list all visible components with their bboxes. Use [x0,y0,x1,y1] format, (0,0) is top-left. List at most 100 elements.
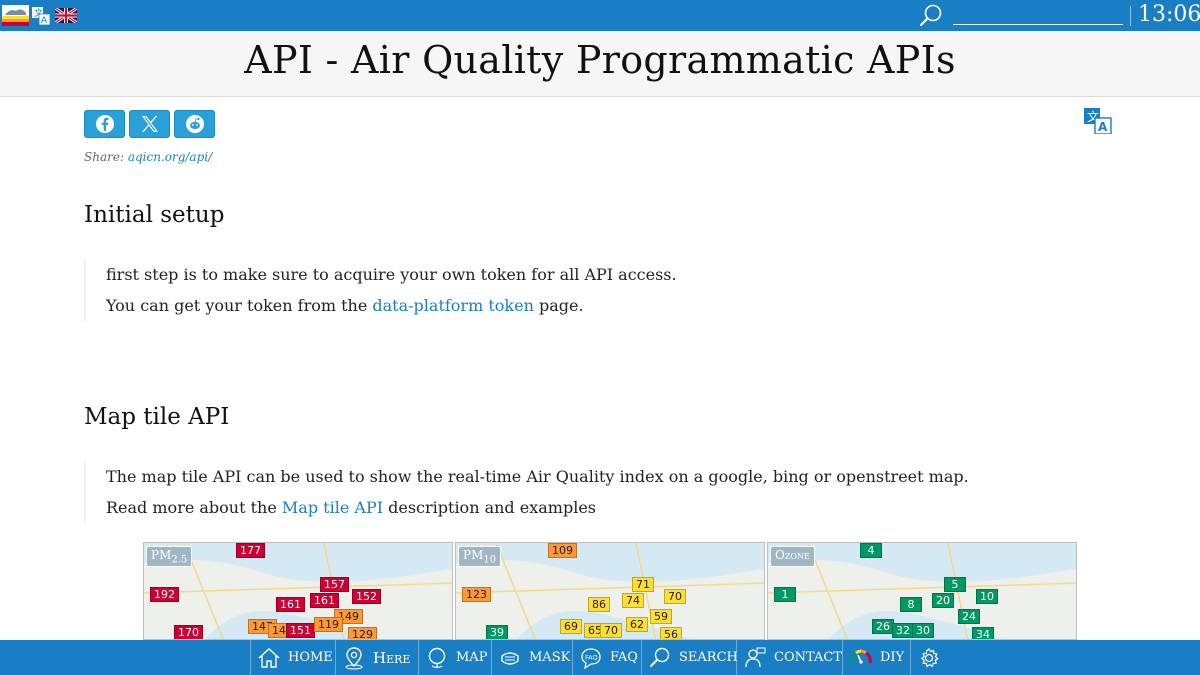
nav-map[interactable]: MAP [418,640,491,675]
uk-flag-icon[interactable] [55,8,77,23]
map-pollutant-tag: PM2.5 [146,546,193,568]
map-examples: PM2.5 177 192 157 161 161 152 149 147 14… [143,542,1079,640]
bottom-nav: HOME Here MAP MASK FAQ FAQ SEARCH CONTAC… [0,640,1200,675]
pollutant-name: PM [151,548,172,562]
aqi-marker[interactable]: 151 [286,623,315,638]
aqi-marker[interactable]: 24 [958,609,980,624]
aqi-marker[interactable]: 109 [548,543,577,558]
aqi-marker[interactable]: 20 [932,593,954,608]
map-pollutant-tag: PM10 [458,546,502,568]
top-bar: 文 A 13:06 [0,0,1200,31]
faq-bubble-icon: FAQ [581,647,601,669]
aqi-marker[interactable]: 192 [150,587,179,602]
nav-mask[interactable]: MASK [491,640,574,675]
map-pollutant-tag: Ozone [770,546,815,568]
map-thumbnail-pm10[interactable]: PM10 109 123 71 86 74 70 69 65 70 62 59 … [455,542,765,640]
aqi-marker[interactable]: 86 [588,597,610,612]
aqi-marker[interactable]: 34 [972,627,994,639]
aqi-marker[interactable]: 59 [650,609,672,624]
nav-diy[interactable]: DIY [842,640,908,675]
aqi-marker[interactable]: 71 [632,577,654,592]
aqi-marker[interactable]: 69 [560,619,582,634]
nav-label: FAQ [610,650,638,665]
nav-label: Here [373,648,411,667]
share-url: Share: aqicn.org/api/ [84,150,212,164]
aqi-marker[interactable]: 70 [664,589,686,604]
initial-setup-block: first step is to make sure to acquire yo… [84,259,1084,321]
nav-faq[interactable]: FAQ FAQ [572,640,642,675]
data-platform-token-link[interactable]: data-platform token [372,296,533,315]
aqi-marker[interactable]: 157 [320,577,349,592]
aqicn-logo-icon[interactable] [2,5,29,26]
pollutant-subscript: 2.5 [171,554,188,566]
nav-label: MASK [529,650,571,665]
map-tile-block: The map tile API can be used to show the… [84,461,1084,523]
map-thumbnail-pm25[interactable]: PM2.5 177 192 157 161 161 152 149 147 14… [143,542,453,640]
map-tile-more-text: Read more about the Map tile API descrip… [106,492,1084,523]
nav-label: MAP [456,650,488,665]
map-tile-api-link[interactable]: Map tile API [282,498,383,517]
nav-settings[interactable] [910,640,952,675]
map-tile-text: The map tile API can be used to show the… [106,467,969,486]
aqi-marker[interactable]: 161 [276,597,305,612]
contact-person-icon [745,647,766,667]
nav-label: SEARCH [679,650,738,665]
home-icon [258,647,280,668]
globe-icon [428,647,446,668]
aqi-marker[interactable]: 119 [314,617,343,632]
location-pin-icon [345,646,363,669]
svg-text:A: A [1098,120,1108,134]
translate-page-icon[interactable]: 文 A [1084,108,1112,134]
share-url-link[interactable]: aqicn.org/api/ [128,150,212,164]
map-thumbnail-ozone[interactable]: Ozone 4 1 5 8 20 10 24 26 32 30 34 [767,542,1077,640]
aqi-marker[interactable]: 152 [352,589,381,604]
aqi-marker[interactable]: 39 [486,625,508,639]
aqi-marker[interactable]: 1 [774,587,796,602]
aqi-marker[interactable]: 70 [600,623,622,638]
gauge-icon [850,649,872,664]
aqi-marker[interactable]: 62 [626,617,648,632]
token-text-after: page. [533,296,584,315]
aqi-marker[interactable]: 123 [462,587,491,602]
nav-search[interactable]: SEARCH [641,640,742,675]
aqi-marker[interactable]: 177 [236,543,265,558]
aqi-marker[interactable]: 32 [892,623,914,638]
nav-label: DIY [880,650,905,665]
aqi-marker[interactable]: 10 [976,589,998,604]
aqi-marker[interactable]: 30 [912,623,934,638]
initial-setup-token-text: You can get your token from the data-pla… [106,290,1084,321]
aqi-marker[interactable]: 74 [622,593,644,608]
search-input[interactable] [953,5,1123,25]
map-tile-text-before: Read more about the [106,498,282,517]
nav-label: HOME [288,650,333,665]
search-icon[interactable] [918,3,944,29]
aqi-marker[interactable]: 8 [900,597,922,612]
search-icon [650,647,670,667]
aqi-marker[interactable]: 5 [944,577,966,592]
share-facebook-button[interactable] [84,110,125,138]
aqi-marker[interactable]: 129 [348,627,377,639]
aqi-marker[interactable]: 161 [310,593,339,608]
aqi-marker[interactable]: 26 [872,619,894,634]
facebook-icon [95,115,114,133]
nav-home[interactable]: HOME [250,640,337,675]
share-prefix: Share: [84,150,124,164]
aqi-marker[interactable]: 56 [660,627,682,639]
title-bar: API - Air Quality Programmatic APIs [0,31,1200,97]
section-heading-initial-setup: Initial setup [84,202,225,228]
mask-icon [501,651,519,665]
nav-contact[interactable]: CONTACT [736,640,846,675]
svg-text:A: A [41,16,48,25]
aqi-marker[interactable]: 4 [860,543,882,558]
topbar-divider [1130,6,1131,26]
aqi-marker[interactable]: 170 [174,625,203,639]
nav-here[interactable]: Here [335,640,414,675]
svg-text:FAQ: FAQ [585,653,598,661]
translate-icon[interactable]: 文 A [32,7,50,25]
section-heading-map-tile-api: Map tile API [84,404,230,430]
reddit-icon [185,115,204,133]
share-x-button[interactable] [129,110,170,138]
initial-setup-text: first step is to make sure to acquire yo… [106,265,677,284]
pollutant-name: Ozone [775,548,810,562]
share-reddit-button[interactable] [174,110,215,138]
